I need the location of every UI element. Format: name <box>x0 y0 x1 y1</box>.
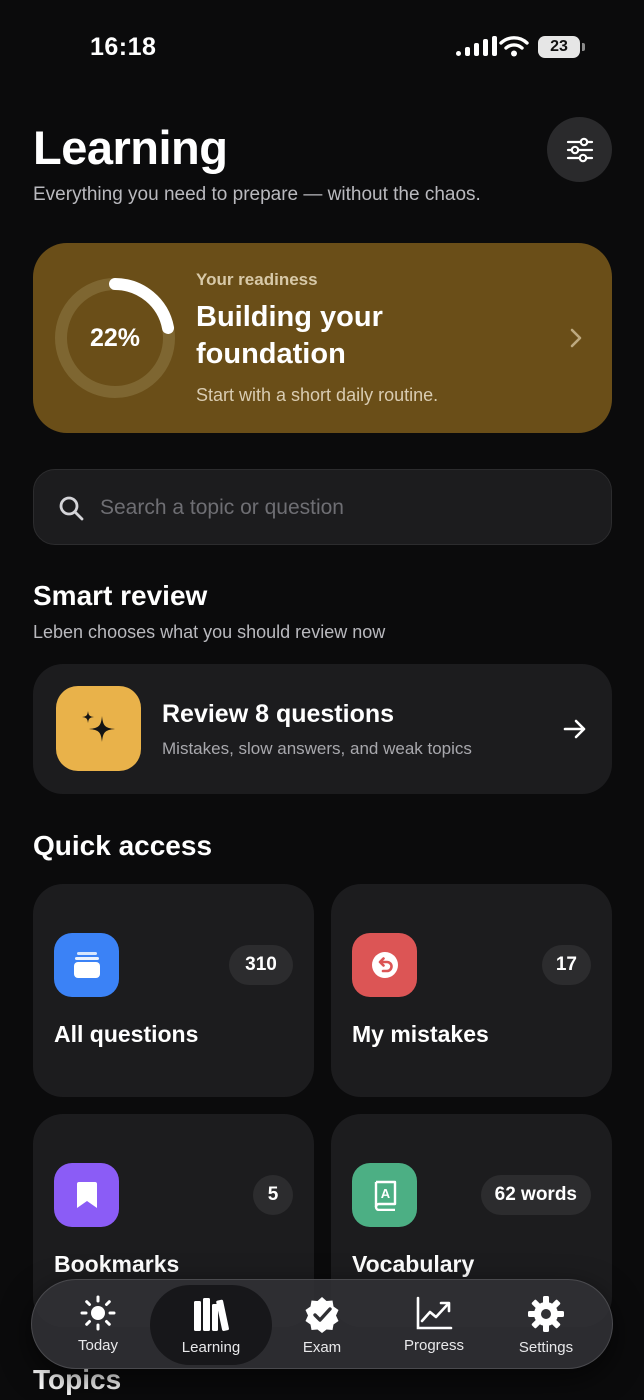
count-badge: 62 words <box>480 1175 591 1215</box>
tab-label: Learning <box>181 1339 241 1356</box>
count-badge: 310 <box>229 945 293 985</box>
page-title: Learning <box>33 121 228 174</box>
tile-label: My mistakes <box>352 1021 489 1047</box>
status-bar: 16:18 23 <box>0 0 644 96</box>
svg-text:A: A <box>380 1186 390 1201</box>
tile-all-questions[interactable]: 310 All questions <box>33 884 314 1097</box>
battery-indicator: 23 <box>538 36 585 58</box>
tab-progress[interactable]: Progress <box>378 1280 490 1370</box>
smart-review-subtitle: Leben chooses what you should review now <box>33 622 386 642</box>
tab-label: Exam <box>302 1339 342 1356</box>
tab-settings[interactable]: Settings <box>490 1280 602 1370</box>
tile-my-mistakes[interactable]: 17 My mistakes <box>331 884 612 1097</box>
review-card-subtitle: Mistakes, slow answers, and weak topics <box>162 739 472 758</box>
page-subtitle: Everything you need to prepare — without… <box>33 184 481 205</box>
status-time: 16:18 <box>90 33 157 61</box>
readiness-subtitle: Start with a short daily routine. <box>196 385 439 405</box>
chart-icon <box>416 1296 453 1330</box>
readiness-card[interactable]: 22% Your readiness Building your foundat… <box>33 243 612 433</box>
sun-icon <box>80 1295 116 1331</box>
books-icon <box>194 1298 229 1331</box>
stack-icon <box>54 933 119 997</box>
search-icon <box>59 496 84 521</box>
tab-today[interactable]: Today <box>42 1280 154 1370</box>
tab-label: Progress <box>403 1337 465 1354</box>
sparkles-icon <box>81 710 115 742</box>
dictionary-icon: A <box>352 1163 417 1227</box>
tile-label: All questions <box>54 1021 199 1047</box>
bookmark-icon <box>54 1163 119 1227</box>
search-input[interactable] <box>100 488 580 528</box>
tab-learning[interactable]: Learning <box>150 1285 272 1365</box>
readiness-title: Building your foundation <box>196 301 383 370</box>
check-badge-icon <box>305 1297 339 1333</box>
review-icon-tile <box>56 686 141 771</box>
review-card[interactable]: Review 8 questions Mistakes, slow answer… <box>33 664 612 794</box>
arrow-right-icon <box>563 719 586 739</box>
tab-label: Today <box>77 1337 119 1354</box>
tab-bar: Today Learning Exam Progress Settings <box>31 1279 613 1369</box>
sliders-icon <box>566 137 593 162</box>
cellular-signal-icon <box>456 36 497 56</box>
undo-circle-icon <box>352 933 417 997</box>
search-bar[interactable] <box>33 469 612 545</box>
filter-button[interactable] <box>547 117 612 182</box>
review-card-title: Review 8 questions <box>162 700 395 728</box>
chevron-right-icon <box>570 328 582 348</box>
tab-exam[interactable]: Exam <box>266 1280 378 1370</box>
tile-label: Bookmarks <box>54 1251 180 1277</box>
gear-icon <box>528 1296 564 1332</box>
count-badge: 5 <box>253 1175 293 1215</box>
tab-label: Settings <box>518 1339 574 1356</box>
smart-review-title: Smart review <box>33 580 208 611</box>
wifi-icon <box>499 36 529 57</box>
tile-label: Vocabulary <box>352 1251 475 1277</box>
quick-access-title: Quick access <box>33 830 213 861</box>
count-badge: 17 <box>541 945 591 985</box>
readiness-eyebrow: Your readiness <box>196 270 318 289</box>
readiness-percent: 22% <box>89 323 141 352</box>
